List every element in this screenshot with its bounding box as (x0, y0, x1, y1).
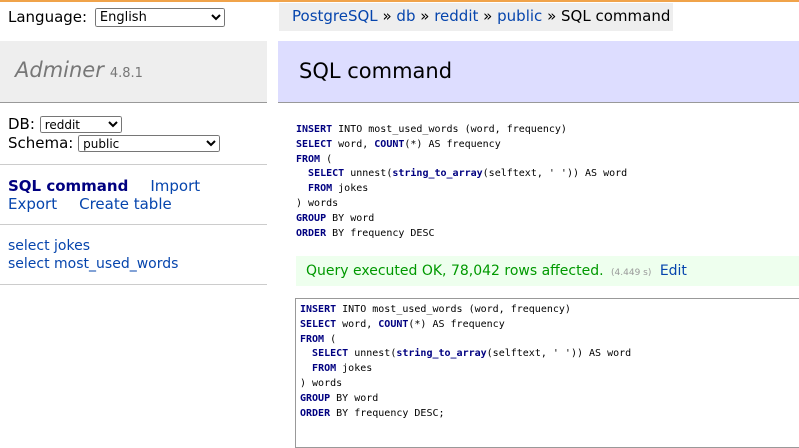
db-select[interactable]: reddit (39, 116, 122, 133)
schema-label: Schema: (8, 134, 74, 152)
menu-divider (0, 164, 267, 165)
sql-line: GROUP BY word (296, 212, 375, 224)
left-menu: Language: English Adminer 4.8.1 DB: reddi… (0, 0, 267, 445)
sql-command-link[interactable]: SQL command (8, 177, 128, 195)
sql-line: ORDER BY frequency DESC (296, 227, 435, 239)
menu-divider (0, 224, 267, 225)
menu-links: SQL command Import Export Create table (8, 177, 222, 213)
breadcrumb-db[interactable]: db (396, 7, 415, 25)
editor-line: SELECT unnest(string_to_array(selftext, … (312, 348, 632, 360)
export-link[interactable]: Export (8, 195, 57, 213)
executed-sql: INSERT INTO most_used_words (word, frequ… (296, 123, 627, 241)
sql-editor[interactable]: INSERT INTO most_used_words (word, frequ… (295, 298, 799, 448)
language-row: Language: English (8, 8, 225, 27)
menu-divider (0, 284, 267, 285)
schema-select[interactable]: public (78, 135, 221, 152)
language-select[interactable]: English (94, 8, 225, 27)
table-list: select jokes select most_used_words (8, 237, 178, 273)
sql-line: SELECT unnest(string_to_array(selftext, … (308, 168, 628, 180)
success-message: Query executed OK, 78,042 rows affected.… (296, 256, 799, 286)
sql-line: FROM ( (296, 153, 333, 165)
sql-editor-content[interactable]: INSERT INTO most_used_words (word, frequ… (296, 299, 799, 425)
breadcrumb-separator: » (547, 7, 557, 25)
sql-line: ) words (296, 197, 339, 209)
breadcrumb-postgresql[interactable]: PostgreSQL (292, 7, 378, 25)
create-table-link[interactable]: Create table (79, 195, 172, 213)
editor-line: ) words (300, 377, 343, 389)
import-link[interactable]: Import (150, 177, 200, 195)
brand-header: Adminer 4.8.1 (0, 41, 267, 103)
breadcrumb: PostgreSQL » db » reddit » public » SQL … (279, 3, 673, 31)
sql-line: FROM jokes (308, 183, 369, 195)
editor-line: FROM ( (300, 333, 337, 345)
breadcrumb-separator: » (420, 7, 430, 25)
language-label: Language: (8, 8, 88, 26)
breadcrumb-reddit[interactable]: reddit (434, 7, 478, 25)
editor-line: INSERT INTO most_used_words (word, frequ… (300, 304, 571, 315)
editor-line: ORDER BY frequency DESC; (300, 407, 445, 419)
breadcrumb-current: SQL command (561, 7, 671, 25)
edit-link[interactable]: Edit (660, 263, 687, 279)
app-logo[interactable]: Adminer 4.8.1 (15, 58, 143, 82)
db-selector: DB: reddit Schema: public (8, 115, 221, 153)
editor-line: GROUP BY word (300, 392, 379, 404)
breadcrumb-public[interactable]: public (497, 7, 542, 25)
sql-line: INSERT INTO most_used_words (word, frequ… (296, 124, 567, 135)
select-most-used-words-link[interactable]: select most_used_words (8, 255, 178, 273)
breadcrumb-separator: » (483, 7, 493, 25)
select-jokes-link[interactable]: select jokes (8, 237, 178, 255)
execution-time: (4.449 s) (611, 268, 652, 278)
editor-line: SELECT word, COUNT(*) AS frequency (300, 318, 505, 330)
editor-line: FROM jokes (312, 363, 373, 375)
page-header: SQL command (278, 41, 799, 103)
success-text: Query executed OK, 78,042 rows affected. (306, 263, 604, 279)
sql-line: SELECT word, COUNT(*) AS frequency (296, 138, 501, 150)
app-name[interactable]: Adminer (15, 58, 104, 82)
breadcrumb-separator: » (382, 7, 392, 25)
app-version: 4.8.1 (109, 66, 143, 81)
page-title: SQL command (299, 59, 453, 83)
db-label: DB: (8, 115, 35, 133)
